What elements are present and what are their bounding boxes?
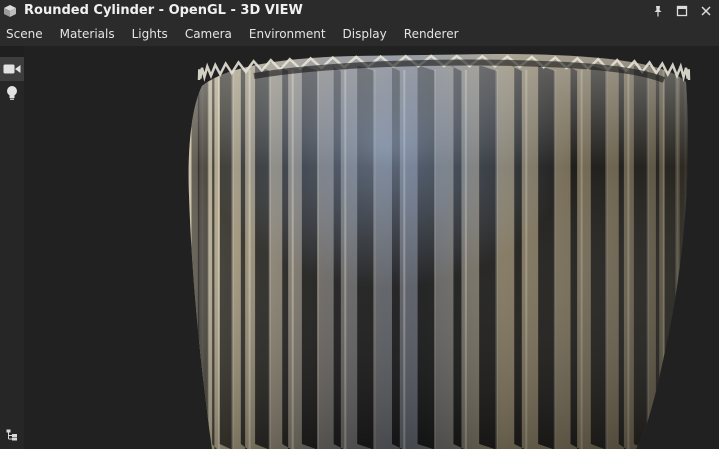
menu-materials[interactable]: Materials bbox=[53, 27, 125, 41]
window-title: Rounded Cylinder - OpenGL - 3D VIEW bbox=[24, 3, 303, 18]
cube-logo-icon bbox=[0, 0, 20, 21]
camera-icon[interactable] bbox=[0, 57, 24, 81]
maximize-icon[interactable] bbox=[673, 2, 691, 20]
tool-sidebar bbox=[0, 57, 24, 449]
pin-icon[interactable] bbox=[649, 2, 667, 20]
menu-environment[interactable]: Environment bbox=[242, 27, 336, 41]
menu-display[interactable]: Display bbox=[336, 27, 397, 41]
title-bar: Rounded Cylinder - OpenGL - 3D VIEW bbox=[0, 0, 719, 21]
menu-renderer[interactable]: Renderer bbox=[397, 27, 469, 41]
hierarchy-icon[interactable] bbox=[0, 425, 24, 445]
menu-lights[interactable]: Lights bbox=[125, 27, 178, 41]
menu-bar: Scene Materials Lights Camera Environmen… bbox=[0, 21, 719, 46]
rounded-cylinder-render[interactable] bbox=[24, 46, 719, 449]
close-icon[interactable] bbox=[697, 2, 715, 20]
menu-camera[interactable]: Camera bbox=[178, 27, 242, 41]
menu-scene[interactable]: Scene bbox=[0, 27, 53, 41]
light-bulb-icon[interactable] bbox=[0, 81, 24, 105]
3d-viewport[interactable] bbox=[24, 46, 719, 449]
